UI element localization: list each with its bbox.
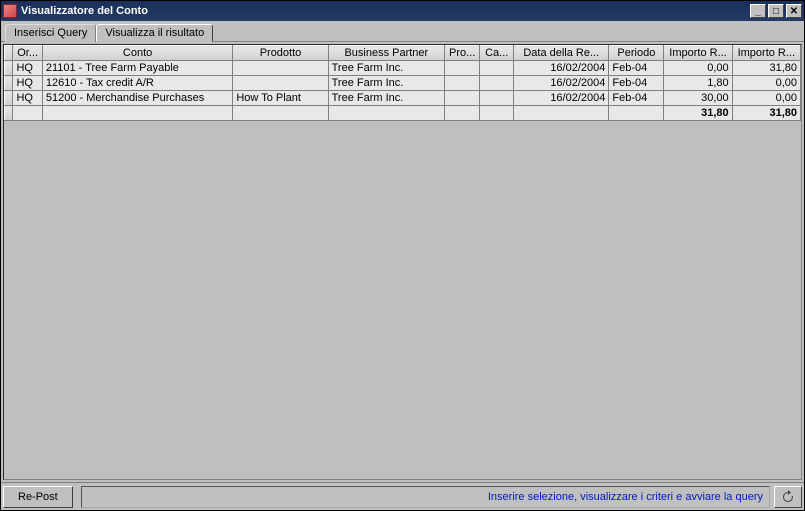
cell-conto: 21101 - Tree Farm Payable — [42, 61, 233, 76]
titlebar: Visualizzatore del Conto _ □ ✕ — [1, 1, 804, 21]
cell-imp2: 0,00 — [732, 76, 800, 91]
cell-ca — [480, 61, 514, 76]
cell-pro — [445, 76, 480, 91]
cell-org: HQ — [13, 76, 42, 91]
total-imp1: 31,80 — [664, 106, 732, 121]
cell-conto: 51200 - Merchandise Purchases — [42, 91, 233, 106]
window-title: Visualizzatore del Conto — [21, 5, 748, 17]
col-periodo[interactable]: Periodo — [609, 46, 664, 61]
col-prodotto[interactable]: Prodotto — [233, 46, 328, 61]
tab-inserisci-query[interactable]: Inserisci Query — [5, 24, 96, 42]
cell-prodotto: How To Plant — [233, 91, 328, 106]
cell-periodo: Feb-04 — [609, 61, 664, 76]
cell-prodotto — [233, 61, 328, 76]
cell-pro — [445, 91, 480, 106]
row-header — [5, 61, 13, 76]
cell-imp1: 0,00 — [664, 61, 732, 76]
tabs-bar: Inserisci Query Visualizza il risultato — [1, 21, 804, 42]
cell-periodo: Feb-04 — [609, 76, 664, 91]
cell-imp1: 1,80 — [664, 76, 732, 91]
total-imp2: 31,80 — [732, 106, 800, 121]
cell-imp2: 31,80 — [732, 61, 800, 76]
cell-org: HQ — [13, 91, 42, 106]
cell-conto: 12610 - Tax credit A/R — [42, 76, 233, 91]
cell-partner: Tree Farm Inc. — [328, 91, 444, 106]
row-header — [5, 106, 13, 121]
repost-button[interactable]: Re-Post — [3, 486, 73, 508]
col-imp2[interactable]: Importo R... — [732, 46, 800, 61]
cell-ca — [480, 76, 514, 91]
maximize-button[interactable]: □ — [768, 4, 784, 18]
results-table-container[interactable]: Or... Conto Prodotto Business Partner Pr… — [3, 44, 802, 480]
refresh-icon — [781, 490, 795, 504]
status-message: Inserire selezione, visualizzare i crite… — [81, 486, 770, 508]
refresh-button[interactable] — [774, 486, 802, 508]
cell-partner: Tree Farm Inc. — [328, 61, 444, 76]
col-data[interactable]: Data della Re... — [514, 46, 609, 61]
table-total-row: 31,8031,80 — [5, 106, 801, 121]
col-conto[interactable]: Conto — [42, 46, 233, 61]
cell-pro — [445, 61, 480, 76]
close-button[interactable]: ✕ — [786, 4, 802, 18]
col-imp1[interactable]: Importo R... — [664, 46, 732, 61]
cell-org: HQ — [13, 61, 42, 76]
table-header-row: Or... Conto Prodotto Business Partner Pr… — [5, 46, 801, 61]
row-header — [5, 76, 13, 91]
table-row[interactable]: HQ12610 - Tax credit A/R Tree Farm Inc. 16… — [5, 76, 801, 91]
col-ca[interactable]: Ca... — [480, 46, 514, 61]
table-row[interactable]: HQ21101 - Tree Farm Payable Tree Farm Inc… — [5, 61, 801, 76]
cell-data: 16/02/2004 — [514, 91, 609, 106]
col-pro[interactable]: Pro... — [445, 46, 480, 61]
cell-ca — [480, 91, 514, 106]
cell-imp2: 0,00 — [732, 91, 800, 106]
window: Visualizzatore del Conto _ □ ✕ Inserisci… — [0, 0, 805, 511]
col-org[interactable]: Or... — [13, 46, 42, 61]
app-icon — [3, 4, 17, 18]
cell-periodo: Feb-04 — [609, 91, 664, 106]
footer: Re-Post Inserire selezione, visualizzare… — [1, 482, 804, 510]
col-partner[interactable]: Business Partner — [328, 46, 444, 61]
results-table: Or... Conto Prodotto Business Partner Pr… — [4, 45, 801, 121]
content-area: Or... Conto Prodotto Business Partner Pr… — [1, 42, 804, 482]
tab-visualizza-risultato[interactable]: Visualizza il risultato — [96, 24, 213, 42]
row-header — [5, 91, 13, 106]
cell-partner: Tree Farm Inc. — [328, 76, 444, 91]
cell-data: 16/02/2004 — [514, 61, 609, 76]
cell-data: 16/02/2004 — [514, 76, 609, 91]
cell-prodotto — [233, 76, 328, 91]
minimize-button[interactable]: _ — [750, 4, 766, 18]
cell-imp1: 30,00 — [664, 91, 732, 106]
table-row[interactable]: HQ51200 - Merchandise PurchasesHow To Pl… — [5, 91, 801, 106]
row-header-corner — [5, 46, 13, 61]
